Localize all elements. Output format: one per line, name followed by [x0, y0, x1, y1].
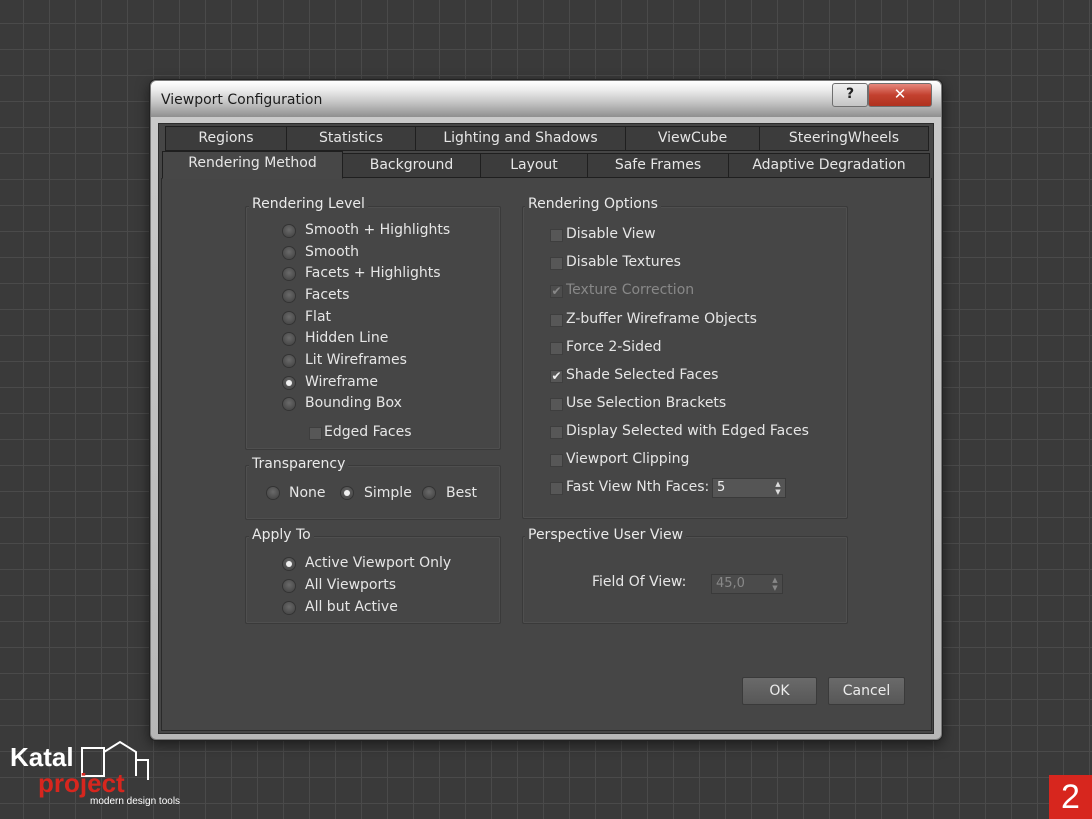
label-flat[interactable]: Flat [305, 309, 331, 325]
radio-all-but-active[interactable] [283, 602, 295, 614]
label-facets-highlights[interactable]: Facets + Highlights [305, 265, 441, 281]
label-viewport-clipping[interactable]: Viewport Clipping [566, 451, 689, 467]
label-facets[interactable]: Facets [305, 287, 349, 303]
page-number-badge: 2 [1049, 775, 1092, 819]
rendering-level-title: Rendering Level [249, 196, 368, 212]
field-of-view-label: Field Of View: [592, 574, 687, 590]
dialog-title: Viewport Configuration [161, 92, 323, 108]
label-bounding-box[interactable]: Bounding Box [305, 395, 402, 411]
katal-project-logo: Katal project modern design tools [10, 740, 180, 807]
logo-line2: project [38, 768, 125, 798]
cancel-button[interactable]: Cancel [828, 677, 905, 705]
tab-regions[interactable]: Regions [165, 126, 287, 151]
title-bar[interactable]: Viewport Configuration ? ✕ [151, 81, 941, 117]
label-transparency-none[interactable]: None [289, 485, 326, 501]
radio-smooth-highlights[interactable] [283, 225, 295, 237]
checkbox-disable-view[interactable] [550, 229, 563, 242]
radio-bounding-box[interactable] [283, 398, 295, 410]
close-icon: ✕ [893, 85, 907, 103]
spinner-arrows-icon: ▲ ▼ [772, 576, 778, 592]
transparency-title: Transparency [249, 456, 349, 472]
ok-button[interactable]: OK [742, 677, 817, 705]
radio-smooth[interactable] [283, 247, 295, 259]
field-of-view-spinner: 45,0 ▲ ▼ [711, 574, 783, 594]
checkbox-disable-textures[interactable] [550, 257, 563, 270]
tab-statistics[interactable]: Statistics [286, 126, 416, 151]
label-lit-wireframes[interactable]: Lit Wireframes [305, 352, 407, 368]
label-smooth-highlights[interactable]: Smooth + Highlights [305, 222, 450, 238]
label-texture-correction: Texture Correction [566, 282, 695, 298]
radio-active-viewport-only[interactable] [283, 558, 295, 570]
label-display-selected-edged-faces[interactable]: Display Selected with Edged Faces [566, 423, 809, 439]
label-fast-view-nth-faces[interactable]: Fast View Nth Faces: [566, 479, 709, 495]
label-force-2-sided[interactable]: Force 2-Sided [566, 339, 661, 355]
label-disable-view[interactable]: Disable View [566, 226, 656, 242]
tab-layout[interactable]: Layout [480, 153, 588, 178]
tab-background[interactable]: Background [342, 153, 481, 178]
tab-steeringwheels[interactable]: SteeringWheels [759, 126, 929, 151]
close-button[interactable]: ✕ [868, 83, 932, 107]
tab-rendering-method[interactable]: Rendering Method [162, 151, 343, 179]
rendering-level-group [245, 206, 501, 450]
radio-wireframe[interactable] [283, 377, 295, 389]
help-button[interactable]: ? [832, 83, 868, 107]
checkbox-viewport-clipping[interactable] [550, 454, 563, 467]
label-hidden-line[interactable]: Hidden Line [305, 330, 388, 346]
radio-facets[interactable] [283, 290, 295, 302]
radio-flat[interactable] [283, 312, 295, 324]
nth-faces-value: 5 [717, 480, 726, 495]
label-all-but-active[interactable]: All but Active [305, 599, 398, 615]
radio-hidden-line[interactable] [283, 333, 295, 345]
label-edged-faces[interactable]: Edged Faces [324, 424, 412, 440]
rendering-options-group [522, 206, 848, 519]
checkbox-z-buffer-wireframe-objects[interactable] [550, 314, 563, 327]
apply-to-title: Apply To [249, 527, 314, 543]
rendering-options-title: Rendering Options [525, 196, 661, 212]
nth-faces-spinner[interactable]: 5 ▲ ▼ [712, 478, 786, 498]
logo-tagline: modern design tools [90, 796, 180, 807]
radio-facets-highlights[interactable] [283, 268, 295, 280]
checkbox-shade-selected-faces[interactable]: ✔ [550, 370, 563, 383]
checkbox-fast-view-nth-faces[interactable] [550, 482, 563, 495]
viewport-configuration-dialog: Viewport Configuration ? ✕ Regions Stati… [150, 80, 942, 740]
label-use-selection-brackets[interactable]: Use Selection Brackets [566, 395, 726, 411]
label-disable-textures[interactable]: Disable Textures [566, 254, 681, 270]
label-all-viewports[interactable]: All Viewports [305, 577, 396, 593]
dialog-client-area: Regions Statistics Lighting and Shadows … [158, 123, 934, 734]
tab-lighting-and-shadows[interactable]: Lighting and Shadows [415, 126, 626, 151]
radio-all-viewports[interactable] [283, 580, 295, 592]
tab-safe-frames[interactable]: Safe Frames [587, 153, 729, 178]
label-shade-selected-faces[interactable]: Shade Selected Faces [566, 367, 718, 383]
checkbox-texture-correction: ✔ [550, 284, 563, 298]
radio-transparency-none[interactable] [267, 487, 279, 499]
checkbox-edged-faces[interactable] [309, 427, 322, 440]
label-active-viewport-only[interactable]: Active Viewport Only [305, 555, 451, 571]
label-wireframe[interactable]: Wireframe [305, 374, 378, 390]
label-transparency-simple[interactable]: Simple [364, 485, 412, 501]
tab-adaptive-degradation[interactable]: Adaptive Degradation [728, 153, 930, 178]
label-z-buffer-wireframe-objects[interactable]: Z-buffer Wireframe Objects [566, 311, 757, 327]
checkbox-use-selection-brackets[interactable] [550, 398, 563, 411]
checkbox-force-2-sided[interactable] [550, 342, 563, 355]
label-smooth[interactable]: Smooth [305, 244, 359, 260]
tab-viewcube[interactable]: ViewCube [625, 126, 760, 151]
checkbox-display-selected-edged-faces[interactable] [550, 426, 563, 439]
label-transparency-best[interactable]: Best [446, 485, 477, 501]
radio-transparency-simple[interactable] [341, 487, 353, 499]
spinner-arrows-icon[interactable]: ▲ ▼ [773, 480, 783, 496]
radio-lit-wireframes[interactable] [283, 355, 295, 367]
perspective-user-view-title: Perspective User View [525, 527, 687, 543]
field-of-view-value: 45,0 [716, 576, 745, 591]
radio-transparency-best[interactable] [423, 487, 435, 499]
